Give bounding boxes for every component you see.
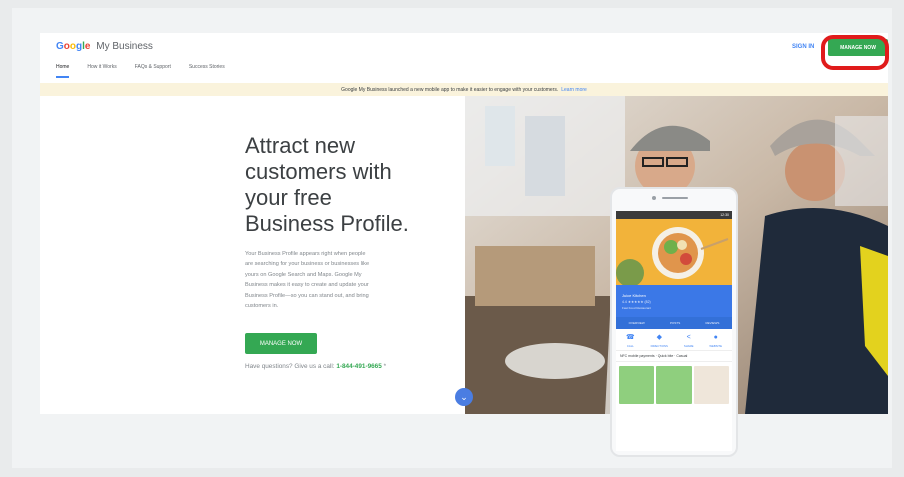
hero-description-line: yours on Google Search and Maps. Google … bbox=[245, 271, 362, 278]
listing-category: Fast Food Restaurant bbox=[622, 306, 652, 310]
hero-description-line: customers in. bbox=[245, 303, 279, 310]
listing-actions: ☎ CALL ◆ DIRECTIONS < SHARE ● WEBSITE bbox=[616, 329, 732, 350]
directions-action[interactable]: ◆ DIRECTIONS bbox=[651, 334, 668, 348]
status-time: 12:30 bbox=[720, 213, 729, 217]
call-us-line: Have questions? Give us a call: 1-844-49… bbox=[245, 363, 386, 370]
call-us-prefix: Have questions? Give us a call: bbox=[245, 363, 335, 370]
tab-faqs-support[interactable]: FAQs & Support bbox=[135, 64, 171, 78]
tab-how-it-works[interactable]: How it Works bbox=[87, 64, 116, 78]
hero-heading-line: Attract new bbox=[245, 133, 356, 158]
google-wordmark: Google bbox=[56, 41, 91, 52]
phone-speaker bbox=[662, 197, 688, 199]
top-header: Google My Business Home How it Works FAQ… bbox=[40, 33, 888, 84]
share-action[interactable]: < SHARE bbox=[684, 334, 694, 348]
banner-text: Google My Business launched a new mobile… bbox=[341, 86, 559, 93]
phone-status-bar: 12:30 bbox=[616, 211, 732, 219]
listing-card[interactable]: Juice Kitchen 4.4 ★★★★★ (82) Fast Food R… bbox=[616, 285, 732, 329]
listing-thumbnails bbox=[616, 362, 732, 408]
listing-photo bbox=[616, 219, 732, 285]
thumbnail-image[interactable] bbox=[693, 366, 729, 404]
listing-info-line[interactable]: NFC mobile payments · Quick bite · Casua… bbox=[616, 350, 732, 362]
action-label: WEBSITE bbox=[709, 344, 722, 348]
thumbnail-image[interactable] bbox=[619, 366, 655, 404]
tab-home[interactable]: Home bbox=[56, 64, 70, 78]
hero-heading-line: Business Profile. bbox=[245, 211, 409, 236]
logo-product-name: My Business bbox=[96, 41, 153, 52]
announcement-banner: Google My Business launched a new mobile… bbox=[40, 83, 888, 96]
hero-description-line: Your Business Profile appears right when… bbox=[245, 251, 366, 257]
hero-heading: Attract new customers with your free Bus… bbox=[245, 133, 445, 237]
phone-icon: ☎ bbox=[625, 334, 635, 341]
directions-icon: ◆ bbox=[656, 334, 662, 341]
banner-learn-more-link[interactable]: Learn more bbox=[561, 87, 587, 93]
phone-number-link[interactable]: 1-844-491-9665 bbox=[336, 363, 381, 370]
hero-description-line: are searching for your business or busin… bbox=[245, 261, 370, 268]
hero-description-line: Business makes it easy to create and upd… bbox=[245, 282, 369, 289]
highlight-annotation-circle bbox=[821, 35, 889, 70]
listing-tabs: OVERVIEW POSTS REVIEWS bbox=[616, 317, 732, 329]
manage-now-hero-button[interactable]: MANAGE NOW bbox=[245, 333, 317, 354]
hero-description-line: Business Profile—so you can stand out, a… bbox=[245, 292, 369, 299]
sign-in-link[interactable]: SIGN IN bbox=[792, 44, 814, 50]
logo[interactable]: Google My Business bbox=[56, 41, 153, 52]
hero-heading-line: customers with bbox=[245, 159, 392, 184]
nav-tabs: Home How it Works FAQs & Support Success… bbox=[56, 64, 225, 78]
webpage: Google My Business Home How it Works FAQ… bbox=[40, 33, 888, 457]
phone-mockup: 12:30 Juice Kitchen 4.4 ★★★★★ (82) Fast … bbox=[610, 187, 738, 457]
scroll-down-button[interactable]: ⌄ bbox=[455, 388, 473, 406]
listing-name: Juice Kitchen bbox=[622, 293, 646, 298]
listing-rating: 4.4 ★★★★★ (82) bbox=[622, 300, 651, 304]
food-bowl-image bbox=[616, 219, 732, 285]
website-action[interactable]: ● WEBSITE bbox=[709, 334, 722, 348]
listing-tab-reviews[interactable]: REVIEWS bbox=[706, 321, 720, 325]
thumbnail-image[interactable] bbox=[656, 366, 692, 404]
tab-success-stories[interactable]: Success Stories bbox=[189, 64, 225, 78]
page-bottom-strip bbox=[40, 414, 888, 457]
hero-heading-line: your free bbox=[245, 185, 332, 210]
share-icon: < bbox=[686, 334, 691, 341]
globe-icon: ● bbox=[713, 334, 718, 341]
action-label: DIRECTIONS bbox=[650, 344, 668, 348]
chevron-down-icon: ⌄ bbox=[460, 391, 468, 402]
hero-description: Your Business Profile appears right when… bbox=[245, 249, 395, 311]
phone-camera bbox=[652, 196, 656, 200]
action-label: SHARE bbox=[683, 344, 694, 348]
listing-tab-overview[interactable]: OVERVIEW bbox=[629, 321, 645, 325]
call-us-suffix: * bbox=[381, 363, 387, 370]
listing-tab-posts[interactable]: POSTS bbox=[670, 321, 680, 325]
call-action[interactable]: ☎ CALL bbox=[626, 334, 635, 348]
phone-screen: 12:30 Juice Kitchen 4.4 ★★★★★ (82) Fast … bbox=[616, 211, 732, 451]
action-label: CALL bbox=[626, 344, 634, 348]
